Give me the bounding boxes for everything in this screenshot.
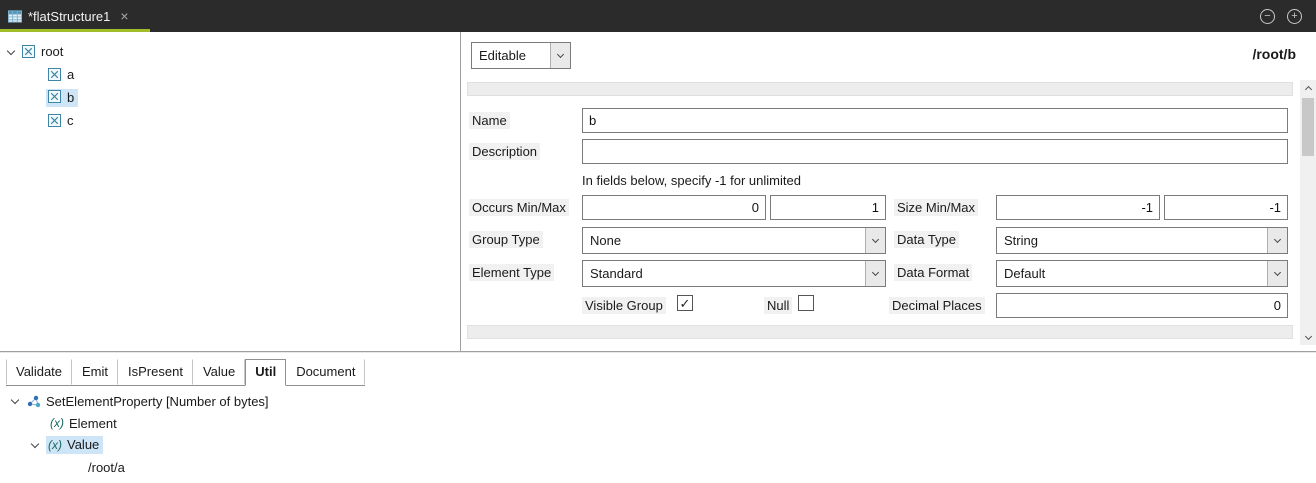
element-type-value: Standard bbox=[583, 266, 865, 281]
occurs-min-input[interactable] bbox=[582, 195, 766, 220]
check-icon: ✓ bbox=[680, 297, 691, 310]
group-type-label: Group Type bbox=[469, 231, 543, 248]
properties-panel: Editable /root/b Name Description In fie… bbox=[461, 32, 1316, 351]
structure-file-icon bbox=[8, 9, 22, 23]
occurs-minmax-label: Occurs Min/Max bbox=[469, 199, 569, 216]
size-minmax-label: Size Min/Max bbox=[894, 199, 978, 216]
group-type-dropdown[interactable]: None bbox=[582, 227, 886, 254]
tree-item-c[interactable]: c bbox=[0, 109, 460, 132]
size-max-input[interactable] bbox=[1164, 195, 1288, 220]
titlebar-controls: − + bbox=[1260, 9, 1316, 24]
selected-rule-item[interactable]: (x) Value bbox=[46, 436, 103, 454]
scrollbar-track[interactable] bbox=[1300, 96, 1316, 329]
chevron-down-icon[interactable] bbox=[1267, 228, 1287, 253]
rule-item-label: Value bbox=[67, 437, 99, 452]
vertical-scrollbar[interactable] bbox=[1300, 80, 1316, 345]
tree-item-label: root bbox=[41, 44, 63, 59]
scroll-down-icon[interactable] bbox=[1300, 329, 1316, 345]
tree-item-label: a bbox=[67, 67, 74, 82]
rule-item-setelementproperty[interactable]: SetElementProperty [Number of bytes] bbox=[0, 390, 1316, 412]
structure-tree-panel: root a bbox=[0, 32, 461, 351]
function-icon bbox=[26, 394, 41, 409]
tree-item-label: c bbox=[67, 113, 74, 128]
edit-mode-dropdown[interactable]: Editable bbox=[471, 42, 571, 69]
bottom-tabbar: Validate Emit IsPresent Value Util Docum… bbox=[6, 359, 365, 386]
decimal-places-input[interactable] bbox=[996, 293, 1288, 318]
rule-item-root-a[interactable]: /root/a bbox=[0, 456, 1316, 478]
rule-item-label: Element bbox=[69, 416, 117, 431]
description-label: Description bbox=[469, 143, 540, 160]
editor-tab[interactable]: *flatStructure1 × bbox=[0, 0, 150, 32]
chevron-down-icon[interactable] bbox=[11, 396, 19, 404]
element-type-label: Element Type bbox=[469, 264, 554, 281]
element-type-dropdown[interactable]: Standard bbox=[582, 260, 886, 287]
app-window: *flatStructure1 × − + root bbox=[0, 0, 1316, 483]
tab-ispresent[interactable]: IsPresent bbox=[118, 359, 193, 385]
element-icon bbox=[48, 114, 62, 128]
rules-panel: Validate Emit IsPresent Value Util Docum… bbox=[0, 352, 1316, 483]
rule-item-value[interactable]: (x) Value bbox=[0, 434, 1316, 456]
size-min-input[interactable] bbox=[996, 195, 1160, 220]
rule-tree: SetElementProperty [Number of bytes] (x)… bbox=[0, 390, 1316, 478]
edit-mode-value: Editable bbox=[472, 48, 550, 63]
null-checkbox[interactable] bbox=[798, 295, 814, 311]
data-format-dropdown[interactable]: Default bbox=[996, 260, 1288, 287]
decimal-places-label: Decimal Places bbox=[889, 297, 985, 314]
chevron-down-icon[interactable] bbox=[31, 440, 39, 448]
tree-item-a[interactable]: a bbox=[0, 63, 460, 86]
visible-group-checkbox[interactable]: ✓ bbox=[677, 295, 693, 311]
tab-document[interactable]: Document bbox=[286, 359, 365, 385]
separator-bar-bottom bbox=[467, 325, 1293, 339]
tab-value[interactable]: Value bbox=[193, 359, 245, 385]
tab-label: *flatStructure1 bbox=[28, 9, 110, 24]
active-tab-underline bbox=[0, 29, 150, 32]
chevron-down-icon[interactable] bbox=[865, 261, 885, 286]
occurs-max-input[interactable] bbox=[770, 195, 886, 220]
tree-item-root[interactable]: root bbox=[0, 40, 460, 63]
data-type-value: String bbox=[997, 233, 1267, 248]
visible-group-label: Visible Group bbox=[582, 297, 666, 314]
name-label: Name bbox=[469, 112, 510, 129]
tab-validate[interactable]: Validate bbox=[6, 359, 72, 385]
chevron-down-icon[interactable] bbox=[865, 228, 885, 253]
scroll-up-icon[interactable] bbox=[1300, 80, 1316, 96]
tab-util[interactable]: Util bbox=[245, 359, 286, 386]
minimize-icon[interactable]: − bbox=[1260, 9, 1275, 24]
element-icon bbox=[48, 90, 62, 104]
unlimited-note: In fields below, specify -1 for unlimite… bbox=[582, 173, 801, 188]
maximize-icon[interactable]: + bbox=[1287, 9, 1302, 24]
data-type-dropdown[interactable]: String bbox=[996, 227, 1288, 254]
rule-item-label: SetElementProperty [Number of bytes] bbox=[46, 394, 269, 409]
data-format-value: Default bbox=[997, 266, 1267, 281]
main-split: root a bbox=[0, 32, 1316, 352]
rule-item-element[interactable]: (x) Element bbox=[0, 412, 1316, 434]
titlebar: *flatStructure1 × − + bbox=[0, 0, 1316, 32]
data-type-label: Data Type bbox=[894, 231, 959, 248]
element-icon bbox=[48, 68, 62, 82]
variable-icon: (x) bbox=[48, 438, 62, 452]
group-type-value: None bbox=[583, 233, 865, 248]
element-icon bbox=[22, 45, 36, 59]
description-input[interactable] bbox=[582, 139, 1288, 164]
tree-item-label: b bbox=[67, 90, 74, 105]
selected-tree-item[interactable]: b bbox=[46, 89, 78, 107]
tab-close-icon[interactable]: × bbox=[120, 8, 128, 24]
chevron-down-icon[interactable] bbox=[7, 46, 15, 54]
tab-emit[interactable]: Emit bbox=[72, 359, 118, 385]
separator-bar-top bbox=[467, 82, 1293, 96]
scrollbar-thumb[interactable] bbox=[1302, 98, 1314, 156]
chevron-down-icon[interactable] bbox=[1267, 261, 1287, 286]
element-path: /root/b bbox=[1252, 46, 1296, 62]
null-label: Null bbox=[764, 297, 792, 314]
rule-item-label: /root/a bbox=[88, 460, 125, 475]
variable-icon: (x) bbox=[50, 416, 64, 430]
data-format-label: Data Format bbox=[894, 264, 972, 281]
chevron-down-icon[interactable] bbox=[550, 43, 570, 68]
name-input[interactable] bbox=[582, 108, 1288, 133]
tree-item-b[interactable]: b bbox=[0, 86, 460, 109]
